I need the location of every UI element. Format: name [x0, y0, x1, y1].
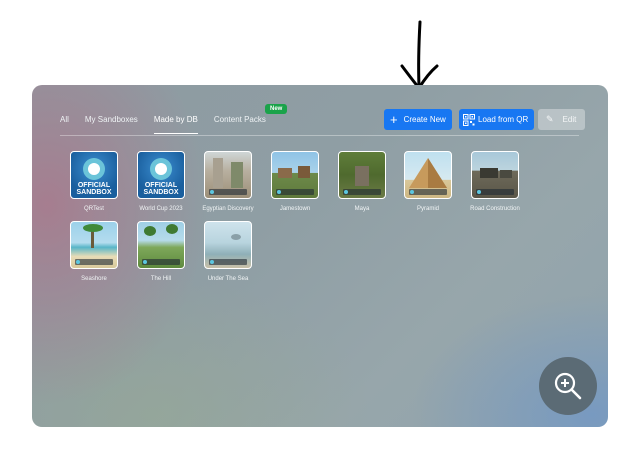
sandbox-text: SANDBOX	[76, 189, 112, 196]
edit-label: Edit	[562, 115, 577, 124]
create-new-label: Create New	[403, 115, 446, 124]
sandbox-card[interactable]: Pyramid	[404, 151, 452, 212]
tab-made-by-db-label: Made by DB	[153, 115, 198, 124]
load-from-qr-button[interactable]: Load from QR	[459, 109, 534, 130]
thumbnail-badge-icon	[209, 259, 247, 265]
pyramid-thumbnail	[404, 151, 452, 199]
tab-my-sandboxes[interactable]: My Sandboxes	[85, 115, 138, 134]
sandbox-card[interactable]: Maya	[338, 151, 386, 212]
thumbnail-badge-icon	[476, 189, 514, 195]
sandbox-card[interactable]: Road Construction	[470, 151, 520, 212]
official-text: OFFICIAL	[144, 182, 178, 189]
tree-shape	[166, 224, 178, 234]
village-thumbnail	[271, 151, 319, 199]
official-sandbox-thumbnail: OFFICIAL SANDBOX	[70, 151, 118, 199]
vehicle-shape	[500, 170, 512, 178]
sea-thumbnail	[204, 221, 252, 269]
house-shape	[298, 166, 310, 178]
tab-content-packs[interactable]: Content Packs	[214, 115, 266, 134]
sandbox-card[interactable]: The Hill	[137, 221, 185, 282]
thumbnail-badge-icon	[75, 259, 113, 265]
temple-shape	[355, 166, 369, 186]
load-from-qr-label: Load from QR	[478, 115, 529, 124]
palm-leaves-shape	[83, 224, 103, 232]
create-new-button[interactable]: + Create New	[384, 109, 452, 130]
tab-my-sandboxes-label: My Sandboxes	[84, 115, 138, 124]
vehicle-shape	[480, 168, 498, 178]
magnifier-plus-icon	[554, 372, 582, 400]
jungle-thumbnail	[338, 151, 386, 199]
construction-thumbnail	[471, 151, 519, 199]
sandbox-card[interactable]: Seashore	[70, 221, 118, 282]
new-badge: New	[265, 104, 288, 114]
sandbox-card[interactable]: Jamestown	[271, 151, 319, 212]
tree-shape	[231, 162, 243, 188]
hill-thumbnail	[137, 221, 185, 269]
tab-all[interactable]: All	[60, 115, 69, 134]
thumbnail-badge-icon	[343, 189, 381, 195]
pillar-shape	[213, 158, 223, 188]
seashore-thumbnail	[70, 221, 118, 269]
edit-button[interactable]: ✎ Edit	[538, 109, 585, 130]
rock-shape	[231, 234, 241, 240]
pencil-icon: ✎	[546, 114, 554, 124]
sandbox-text: SANDBOX	[143, 189, 179, 196]
thumbnail-badge-icon	[409, 189, 447, 195]
plus-icon: +	[390, 112, 398, 127]
official-sandbox-thumbnail: OFFICIAL SANDBOX	[137, 151, 185, 199]
sandbox-title: Under The Sea	[207, 276, 249, 282]
globe-logo-icon	[83, 158, 105, 180]
tab-all-label: All	[60, 115, 69, 124]
tab-divider	[60, 135, 579, 136]
tree-shape	[144, 226, 156, 236]
thumbnail-badge-icon	[209, 189, 247, 195]
official-text: OFFICIAL	[77, 182, 111, 189]
sandbox-card[interactable]: OFFICIAL SANDBOX QRTest	[70, 151, 118, 212]
tab-content-packs-label: Content Packs	[213, 115, 266, 124]
house-shape	[278, 168, 292, 178]
ruins-thumbnail	[204, 151, 252, 199]
sandbox-card[interactable]: OFFICIAL SANDBOX World Cup 2023	[137, 151, 185, 212]
sandbox-card[interactable]: Under The Sea	[204, 221, 252, 282]
zoom-button[interactable]	[539, 357, 597, 415]
sandbox-panel: All My Sandboxes Made by DB Content Pack…	[32, 85, 608, 427]
tab-made-by-db[interactable]: Made by DB	[153, 115, 198, 134]
sandbox-card[interactable]: Egyptian Discovery	[202, 151, 254, 212]
qr-code-icon	[463, 113, 475, 126]
tab-bar: All My Sandboxes Made by DB Content Pack…	[60, 115, 282, 134]
sandbox-title: Road Construction	[470, 206, 520, 212]
thumbnail-badge-icon	[276, 189, 314, 195]
globe-logo-icon	[150, 158, 172, 180]
thumbnail-badge-icon	[142, 259, 180, 265]
